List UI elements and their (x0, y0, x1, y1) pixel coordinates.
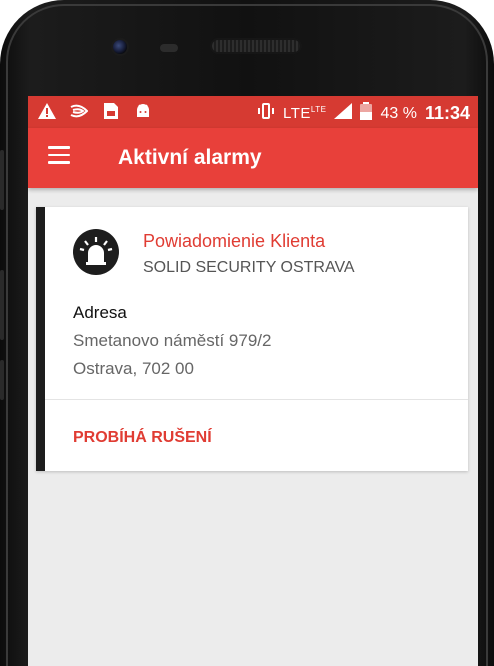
alarm-card[interactable]: Powiadomienie Klienta SOLID SECURITY OST… (36, 207, 468, 471)
phone-frame: LTELTE 43 % 11:34 Aktivní alarmy Powiado… (0, 0, 494, 666)
sim-icon (102, 102, 120, 120)
clock: 11:34 (424, 103, 470, 123)
network-type: LTELTE (283, 105, 326, 122)
network-sup: LTE (310, 105, 327, 114)
cancel-in-progress-button[interactable]: PROBÍHÁ RUŠENÍ (73, 429, 212, 447)
address-line-2: Ostrava, 702 00 (73, 359, 194, 378)
android-icon (134, 102, 152, 120)
siren-icon (73, 229, 119, 275)
menu-icon[interactable] (48, 146, 70, 170)
volume-button-2 (0, 270, 4, 340)
proximity-sensor (160, 44, 178, 52)
earpiece-speaker (212, 40, 300, 52)
divider (45, 399, 468, 400)
power-button (0, 360, 4, 400)
address-label: Adresa (73, 303, 127, 322)
warning-icon (38, 102, 56, 120)
address-line-1: Smetanovo náměstí 979/2 (73, 331, 272, 350)
system-indicators: LTELTE 43 % 11:34 (257, 102, 470, 125)
sound-wave-icon (70, 102, 88, 120)
screen: LTELTE 43 % 11:34 Aktivní alarmy Powiado… (28, 96, 478, 666)
battery-percent: 43 % (380, 104, 417, 122)
status-bar: LTELTE 43 % 11:34 (28, 96, 478, 128)
notification-icons (38, 102, 152, 120)
alarm-client: SOLID SECURITY OSTRAVA (143, 259, 355, 276)
front-camera (113, 40, 127, 54)
app-toolbar: Aktivní alarmy (28, 128, 478, 188)
network-label: LTE (283, 105, 311, 122)
battery-icon (360, 102, 373, 125)
alarm-title: Powiadomienie Klienta (143, 231, 326, 251)
page-title: Aktivní alarmy (118, 146, 262, 169)
signal-icon (334, 103, 353, 124)
vibrate-icon (257, 103, 275, 124)
volume-button (0, 150, 4, 210)
